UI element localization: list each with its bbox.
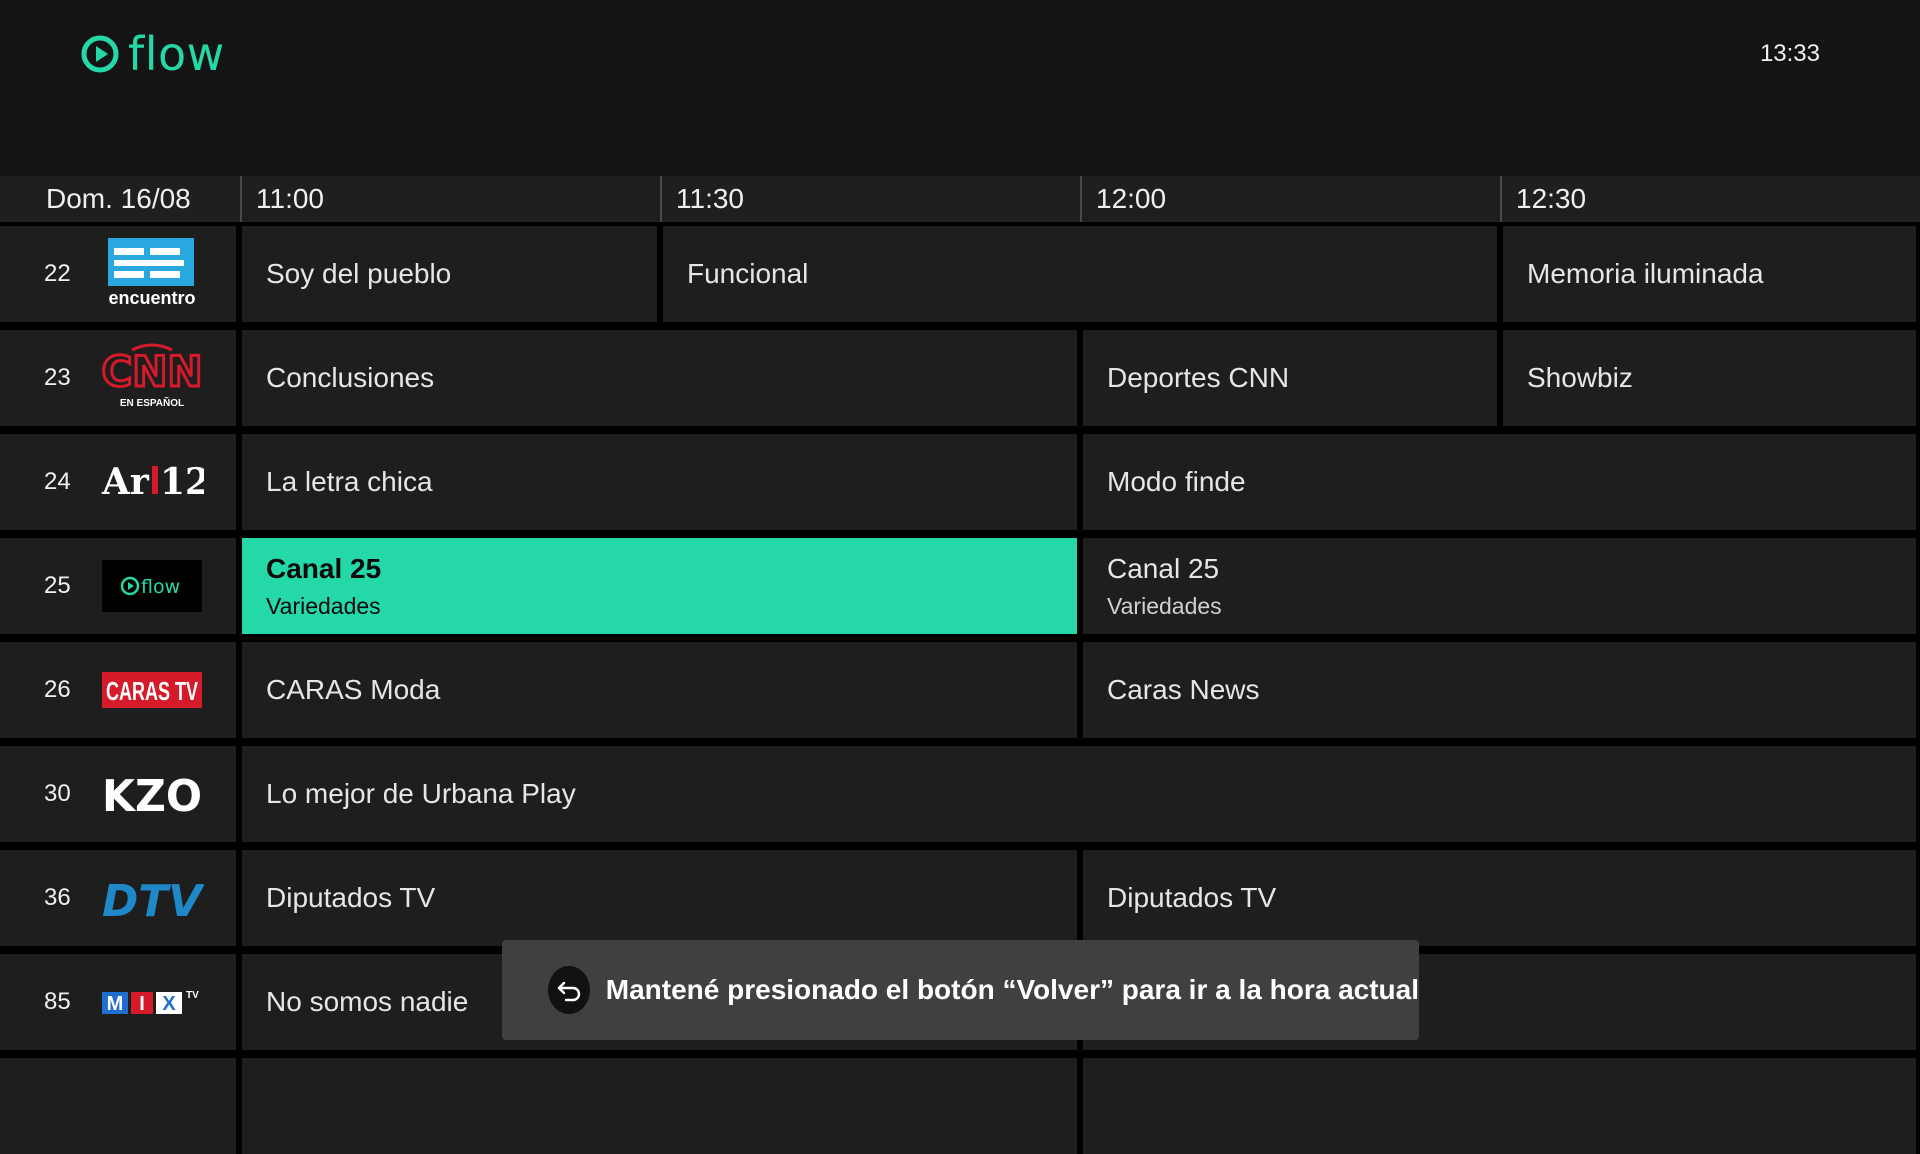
program-title: Soy del pueblo [266, 258, 452, 289]
program-cell[interactable] [1083, 1058, 1916, 1154]
channel-cell[interactable]: 30 KZO [0, 746, 236, 842]
time-slot: 11:00 [240, 176, 324, 222]
program-cell[interactable]: Diputados TV [1083, 850, 1916, 946]
channel-cell[interactable]: 85 M I X TV [0, 954, 236, 1050]
svg-text:TV: TV [186, 990, 199, 1001]
channel-row: 26 CARAS TV CARAS Moda Caras News [0, 642, 1920, 738]
caras-tv-logo: CARAS TV [100, 652, 204, 728]
program-title: Lo mejor de Urbana Play [266, 778, 576, 809]
program-cell-selected[interactable]: Canal 25 Variedades [242, 538, 1077, 634]
brand-name: flow [128, 27, 225, 81]
time-bar: Dom. 16/08 11:00 11:30 12:00 12:30 [0, 176, 1920, 222]
channel-cell[interactable]: 23 CNN EN ESPAÑOL [0, 330, 236, 426]
flow-logo: flow [80, 27, 225, 81]
channel-number: 36 [44, 884, 71, 911]
channel-number: 25 [44, 572, 71, 599]
program-title: Canal 25 [1107, 552, 1220, 584]
program-cell[interactable]: Caras News [1083, 642, 1916, 738]
time-slot-label: 11:00 [256, 183, 324, 214]
program-subtitle: Variedades [1107, 592, 1222, 619]
toast-notification: Mantené presionado el botón “Volver” par… [502, 940, 1419, 1040]
toast-message: Mantené presionado el botón “Volver” par… [605, 974, 1419, 1005]
channel-row: 23 CNN EN ESPAÑOL Conclusiones Deportes … [0, 330, 1920, 426]
svg-text:M: M [107, 993, 124, 1015]
channel-number: 26 [44, 676, 71, 703]
channel-row: 30 KZO Lo mejor de Urbana Play [0, 746, 1920, 842]
header: flow 13:33 [0, 0, 1920, 176]
program-cell[interactable]: Showbiz [1503, 330, 1916, 426]
svg-text:flow: flow [141, 576, 180, 598]
program-title: Caras News [1107, 674, 1260, 705]
program-cell[interactable]: CARAS Moda [242, 642, 1077, 738]
program-cell[interactable]: Memoria iluminada [1503, 226, 1916, 322]
channel-row: 22 encuentro Soy del pueblo Funcional Me… [0, 226, 1920, 322]
program-cell[interactable]: Modo finde [1083, 434, 1916, 530]
encuentro-logo: encuentro [100, 236, 204, 312]
channel-number: 24 [44, 468, 71, 495]
clock: 13:33 [1759, 40, 1820, 67]
program-title: Canal 25 [266, 552, 382, 584]
program-cell[interactable]: Soy del pueblo [242, 226, 657, 322]
time-slot: 12:00 [1080, 176, 1166, 222]
mix-tv-logo: M I X TV [100, 964, 204, 1040]
flow-play-icon [81, 35, 119, 73]
channel-cell[interactable]: 22 encuentro [0, 226, 236, 322]
channel-row: 25 flow Canal 25 Variedades Canal 25 Var… [0, 538, 1920, 634]
channel-cell[interactable]: 25 flow [0, 538, 236, 634]
svg-text:CNN: CNN [101, 347, 202, 396]
current-date: Dom. 16/08 [46, 183, 191, 214]
channel-row: 36 DTV Diputados TV Diputados TV [0, 850, 1920, 946]
program-title: Memoria iluminada [1527, 258, 1764, 289]
svg-text:encuentro: encuentro [108, 288, 195, 308]
channel-cell[interactable]: 26 CARAS TV [0, 642, 236, 738]
program-title: La letra chica [266, 466, 433, 497]
channel-cell[interactable] [0, 1058, 236, 1154]
channel-row-partial [0, 1058, 1920, 1154]
svg-text:CARAS TV: CARAS TV [106, 676, 198, 706]
time-slot-label: 12:00 [1096, 183, 1167, 214]
program-cell[interactable]: Conclusiones [242, 330, 1077, 426]
program-title: Diputados TV [266, 882, 436, 913]
back-arrow-icon [548, 966, 590, 1014]
kzo-logo: KZO [100, 756, 204, 832]
channel-cell[interactable]: 24 Ar 12 [0, 434, 236, 530]
time-slot: 11:30 [660, 176, 744, 222]
channel-number: 85 [44, 988, 71, 1015]
time-slot: 12:30 [1500, 176, 1586, 222]
svg-text:I: I [139, 993, 145, 1015]
program-title: Deportes CNN [1107, 362, 1290, 393]
channel-number: 23 [44, 364, 71, 391]
flow-channel-logo: flow [100, 548, 204, 624]
program-cell[interactable]: La letra chica [242, 434, 1077, 530]
program-cell[interactable]: Lo mejor de Urbana Play [242, 746, 1916, 842]
program-cell[interactable]: Canal 25 Variedades [1083, 538, 1916, 634]
channel-number: 22 [44, 260, 71, 287]
ar12-logo: Ar 12 [100, 444, 204, 520]
channel-cell[interactable]: 36 DTV [0, 850, 236, 946]
svg-text:EN ESPAÑOL: EN ESPAÑOL [120, 396, 184, 409]
dtv-logo: DTV [100, 860, 204, 936]
program-title: Funcional [687, 258, 809, 289]
svg-text:12: 12 [160, 461, 204, 503]
time-slot-label: 12:30 [1516, 183, 1587, 214]
svg-text:KZO: KZO [102, 771, 202, 822]
program-title: Diputados TV [1107, 882, 1277, 913]
program-cell[interactable]: Deportes CNN [1083, 330, 1497, 426]
cnn-espanol-logo: CNN EN ESPAÑOL [100, 340, 204, 416]
program-title: Modo finde [1107, 466, 1246, 497]
program-subtitle: Variedades [266, 592, 381, 619]
program-cell[interactable] [242, 1058, 1077, 1154]
svg-text:Ar: Ar [101, 461, 150, 503]
channel-row: 24 Ar 12 La letra chica Modo finde [0, 434, 1920, 530]
time-slot-label: 11:30 [676, 183, 744, 214]
program-cell[interactable]: Funcional [663, 226, 1497, 322]
channel-number: 30 [44, 780, 71, 807]
svg-text:X: X [162, 993, 176, 1015]
svg-text:DTV: DTV [102, 876, 204, 927]
program-title: Showbiz [1527, 362, 1633, 393]
program-title: Conclusiones [266, 362, 435, 393]
program-title: CARAS Moda [266, 674, 441, 705]
program-cell[interactable]: Diputados TV [242, 850, 1077, 946]
